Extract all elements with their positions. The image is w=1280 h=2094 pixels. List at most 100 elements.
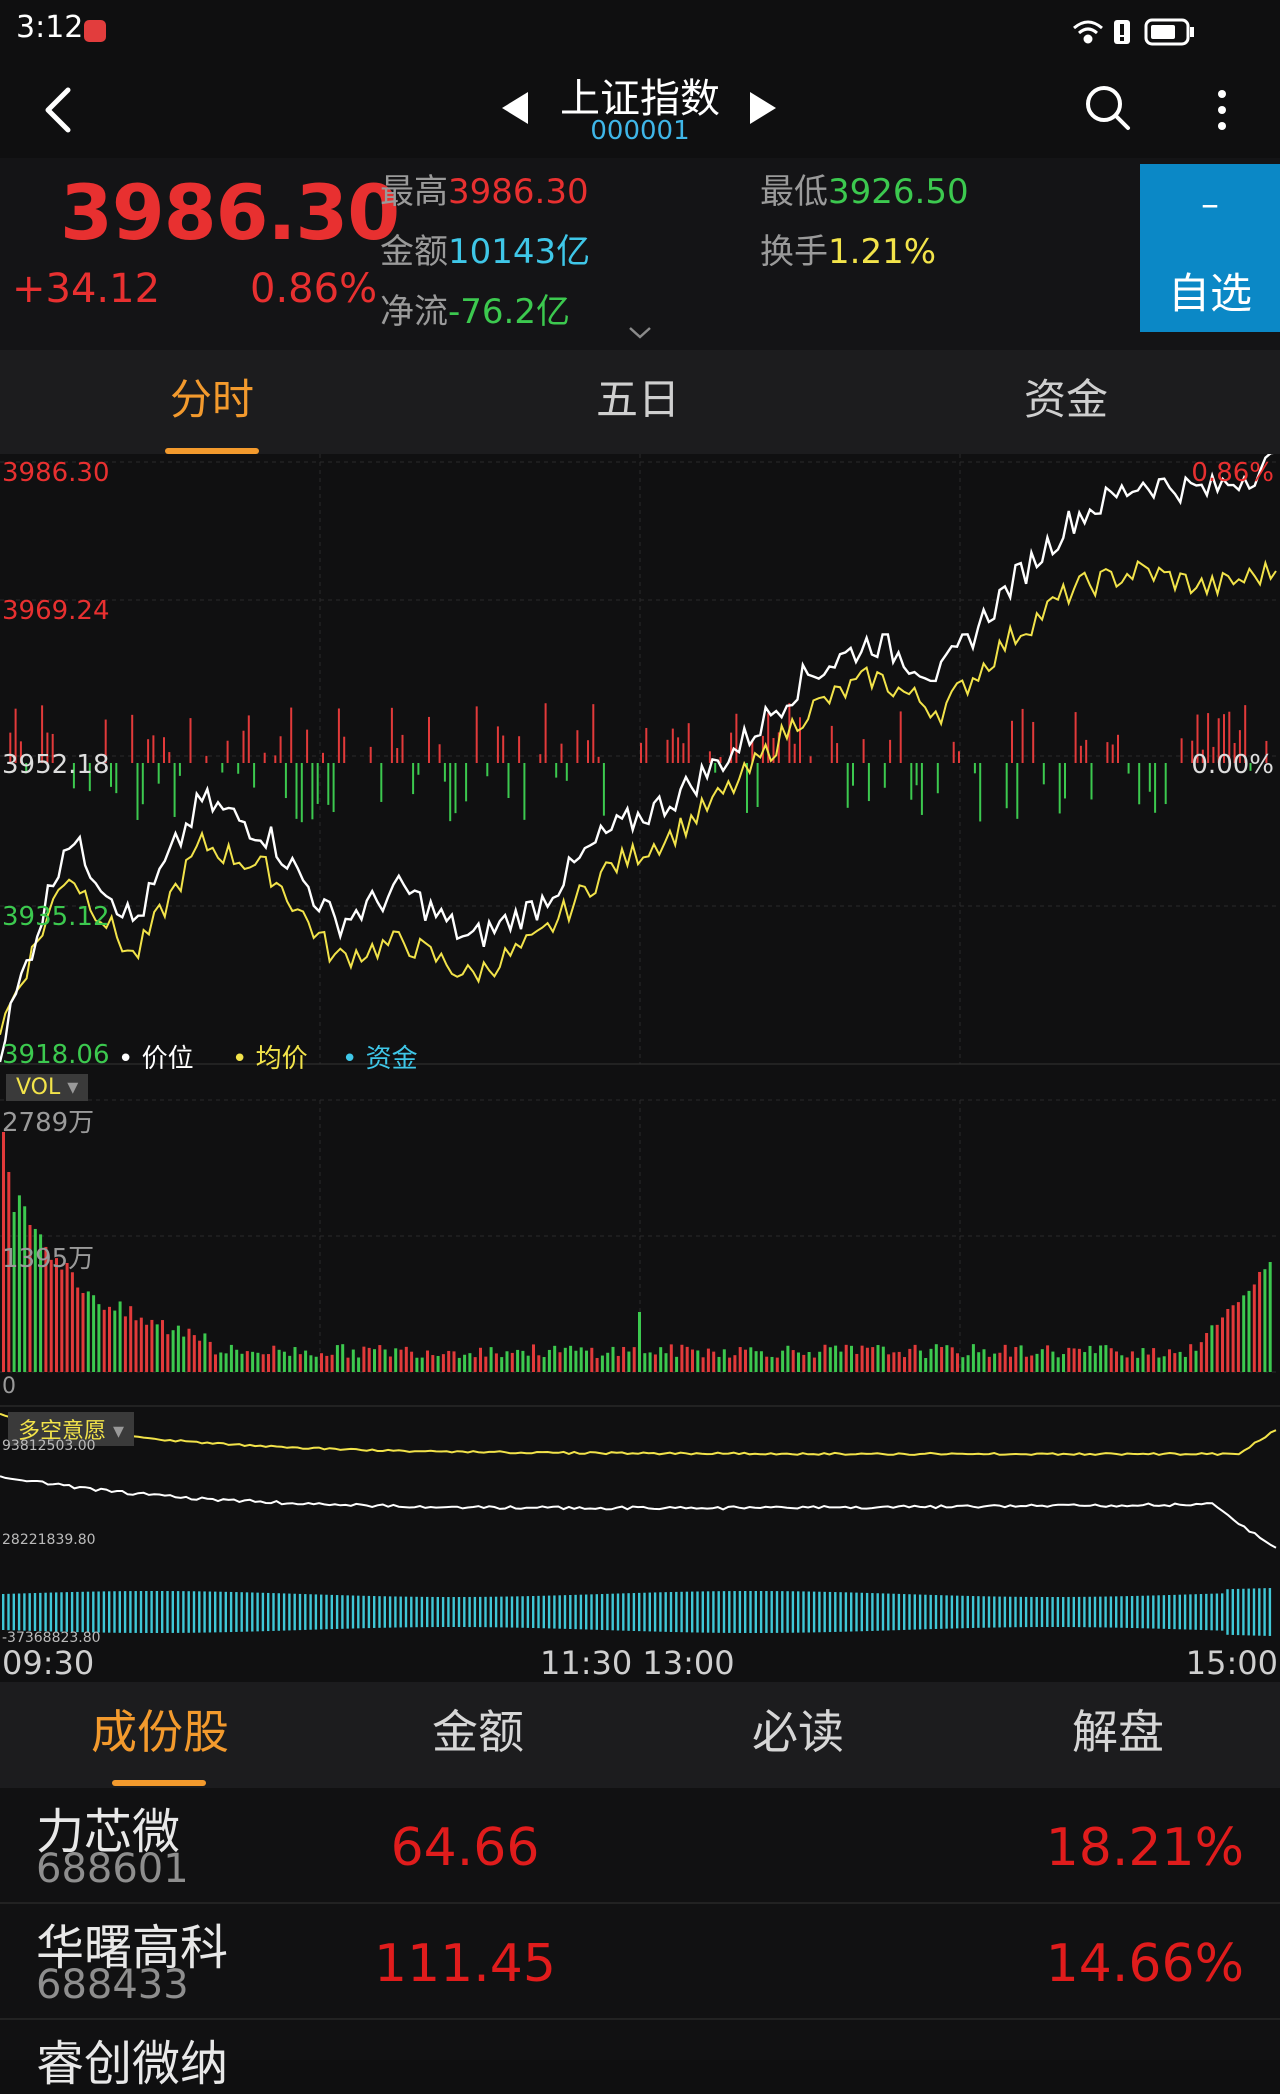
- add-favorite-button[interactable]: – 自选: [1140, 164, 1280, 332]
- volume-bar: [219, 1352, 223, 1372]
- sentiment-bar: [55, 1592, 58, 1632]
- sentiment-bar: [1231, 1589, 1234, 1635]
- sentiment-bar: [982, 1596, 985, 1628]
- volume-bar: [251, 1351, 255, 1372]
- flow-bar: [1058, 763, 1061, 814]
- sentiment-bar: [150, 1591, 153, 1633]
- volume-bar: [828, 1347, 832, 1372]
- sentiment-bar: [759, 1591, 763, 1633]
- sentiment-bar: [176, 1591, 180, 1633]
- ind-axis-top: 93812503.00: [2, 1438, 96, 1454]
- flow-bar: [168, 752, 171, 763]
- flow-bar: [793, 743, 796, 763]
- volume-bar: [1258, 1271, 1262, 1372]
- ind-axis-mid: 28221839.80: [2, 1532, 96, 1548]
- chevron-down-icon[interactable]: [628, 326, 652, 340]
- sentiment-indicator: [0, 1412, 1277, 1636]
- flow-bar: [1154, 763, 1157, 813]
- sentiment-bar: [198, 1591, 201, 1633]
- volume-bar: [166, 1334, 170, 1372]
- sentiment-bar: [1072, 1596, 1075, 1628]
- volume-bar: [441, 1354, 445, 1372]
- flow-bar: [889, 739, 892, 763]
- volume-bar: [55, 1258, 58, 1372]
- volume-bar: [929, 1348, 933, 1372]
- sentiment-bar: [844, 1592, 848, 1632]
- intraday-chart[interactable]: 3986.30 3969.24 3952.18 3935.12 3918.06 …: [0, 451, 1280, 1682]
- flow-bar: [958, 751, 960, 763]
- sentiment-bar: [903, 1594, 906, 1630]
- volume-bar: [134, 1320, 138, 1372]
- sentiment-bar: [97, 1591, 100, 1633]
- sentiment-bar: [341, 1595, 344, 1629]
- volume-bar: [971, 1344, 975, 1372]
- flow-bar: [390, 707, 393, 763]
- sentiment-bar: [203, 1591, 206, 1633]
- stock-row[interactable]: 睿创微纳: [0, 2020, 1280, 2092]
- stock-row[interactable]: 力芯微 688601 64.66 18.21%: [0, 1788, 1280, 1904]
- volume-bar: [1146, 1354, 1150, 1372]
- sentiment-bar: [1046, 1596, 1049, 1628]
- flow-bar: [502, 735, 505, 763]
- flow-bar: [587, 740, 589, 763]
- volume-bar: [1083, 1352, 1087, 1372]
- volume-bar: [1157, 1357, 1161, 1372]
- sentiment-bar: [791, 1591, 795, 1633]
- flow-bar: [973, 763, 976, 774]
- volume-bar: [65, 1263, 69, 1372]
- sentiment-bar: [123, 1591, 127, 1633]
- search-icon[interactable]: [1084, 84, 1132, 134]
- flow-bar: [687, 723, 690, 763]
- volume-bar: [1247, 1290, 1251, 1372]
- flow-bar: [1074, 712, 1077, 763]
- vol-indicator-tag[interactable]: VOL ▾: [6, 1074, 89, 1101]
- flow-bar: [592, 704, 595, 763]
- sentiment-bar: [479, 1596, 482, 1628]
- sentiment-bar: [685, 1591, 689, 1633]
- sentiment-bar: [134, 1591, 137, 1633]
- volume-bar: [696, 1350, 700, 1372]
- sentiment-bar: [166, 1591, 169, 1633]
- sentiment-bar: [1242, 1588, 1245, 1636]
- more-icon[interactable]: [1214, 88, 1230, 132]
- tab-capital[interactable]: 资金: [966, 366, 1166, 427]
- next-icon[interactable]: [748, 90, 778, 126]
- tab-analysis[interactable]: 解盘: [988, 1696, 1248, 1762]
- previous-icon[interactable]: [500, 90, 530, 126]
- volume-bar: [282, 1351, 286, 1372]
- volume-bar: [1077, 1348, 1081, 1372]
- sentiment-bar: [394, 1596, 397, 1628]
- sentiment-bar: [1268, 1588, 1272, 1636]
- tab-amount[interactable]: 金额: [348, 1696, 608, 1762]
- flow-bar: [110, 763, 112, 787]
- sentiment-bar: [1130, 1596, 1134, 1628]
- flow-bar: [1021, 708, 1024, 763]
- volume-bar: [1130, 1351, 1134, 1372]
- tab-intraday[interactable]: 分时: [112, 366, 312, 427]
- sentiment-bar: [516, 1596, 519, 1628]
- tab-must-read[interactable]: 必读: [668, 1696, 928, 1762]
- status-icons: [1073, 18, 1194, 46]
- stock-row[interactable]: 华曙高科 688433 111.45 14.66%: [0, 1904, 1280, 2020]
- sentiment-bar: [993, 1596, 996, 1628]
- sentiment-bar: [505, 1596, 508, 1628]
- sentiment-bar: [590, 1594, 593, 1630]
- flow-bar: [1011, 720, 1013, 763]
- volume-bar: [1030, 1355, 1034, 1372]
- sentiment-bar: [240, 1592, 243, 1632]
- volume-bar: [351, 1349, 355, 1372]
- sentiment-bar: [876, 1593, 879, 1631]
- sentiment-bar: [81, 1591, 84, 1633]
- tab-five-day[interactable]: 五日: [538, 366, 738, 427]
- sentiment-bar: [277, 1593, 280, 1631]
- sentiment-bar: [770, 1591, 773, 1633]
- volume-bar: [765, 1356, 769, 1372]
- tab-constituents[interactable]: 成份股: [30, 1696, 290, 1762]
- sentiment-bar: [362, 1595, 365, 1629]
- sentiment-bar: [1083, 1596, 1086, 1628]
- flow-bar: [428, 716, 430, 763]
- flow-bar: [910, 763, 913, 800]
- volume-bar: [70, 1272, 74, 1372]
- sentiment-bar: [92, 1591, 95, 1633]
- volume-bar: [839, 1351, 843, 1372]
